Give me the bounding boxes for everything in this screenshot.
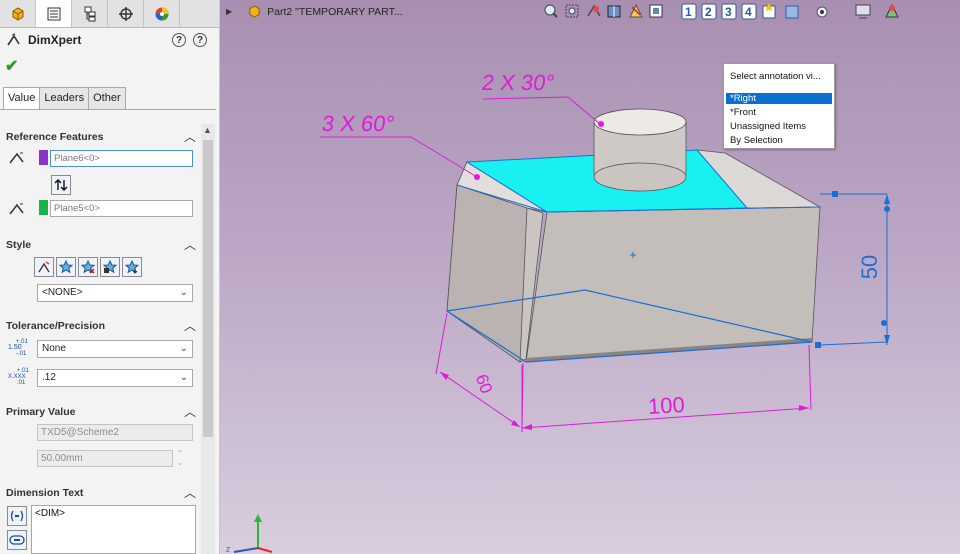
detailed-preview-button[interactable]: ? bbox=[172, 33, 186, 47]
chamfer-leader-1[interactable] bbox=[482, 96, 604, 127]
style-select-value: <NONE> bbox=[42, 287, 83, 298]
scrollbar-thumb[interactable] bbox=[203, 140, 213, 437]
value-spinner: ⌃ ⌄ bbox=[177, 449, 184, 467]
collapse-style-chevron-icon[interactable]: ︿ bbox=[184, 236, 196, 253]
scroll-up-arrow-icon[interactable]: ▲ bbox=[203, 125, 212, 135]
tab-other[interactable]: Other bbox=[88, 87, 126, 109]
property-manager-panel: DimXpert ? ? ✔ Value Leaders Other ▲ Ref… bbox=[0, 0, 220, 554]
inspection-dimension-button[interactable] bbox=[7, 530, 27, 550]
model-graphics: Z bbox=[226, 96, 890, 554]
primary-value-field: 50.00mm bbox=[37, 450, 173, 467]
right-face[interactable] bbox=[525, 206, 821, 363]
precision-value: .12 bbox=[42, 372, 56, 383]
ok-checkmark-button[interactable]: ✔ bbox=[5, 56, 18, 76]
collapse-tolerance-chevron-icon[interactable]: ︿ bbox=[184, 317, 196, 334]
precision-select[interactable]: .12 ⌄ bbox=[37, 369, 193, 387]
configuration-manager-tab[interactable] bbox=[72, 0, 108, 27]
chamfer-annotation-3x60[interactable]: 3 X 60° bbox=[320, 111, 396, 137]
dropdown-header[interactable]: Select annotation vi... bbox=[730, 71, 821, 82]
dropdown-item-unassigned[interactable]: Unassigned Items bbox=[730, 121, 806, 132]
cylinder-boss-hole bbox=[593, 162, 687, 192]
tab-leaders[interactable]: Leaders bbox=[39, 87, 90, 109]
tolerance-type-select[interactable]: None ⌄ bbox=[37, 340, 193, 358]
tolerance-type-icon: +.01 1.50 -.01 bbox=[8, 339, 28, 357]
parentheses-icon bbox=[10, 510, 24, 522]
appearance-icon bbox=[155, 7, 168, 20]
manager-tabs bbox=[0, 0, 219, 28]
prec-icon-minus: .01 bbox=[17, 380, 26, 386]
property-subtabs: Value Leaders Other bbox=[3, 87, 126, 110]
chamfer-annotation-2x30[interactable]: 2 X 30° bbox=[480, 70, 556, 96]
reference-color-swatch-1 bbox=[39, 150, 48, 165]
delete-style-button[interactable] bbox=[78, 257, 98, 277]
length-dimension-value[interactable]: 100 bbox=[647, 392, 685, 420]
chevron-down-icon: ⌄ bbox=[179, 343, 188, 354]
left-face[interactable] bbox=[446, 184, 528, 363]
dropdown-item-right[interactable]: *Right bbox=[726, 93, 832, 104]
style-select[interactable]: <NONE> ⌄ bbox=[37, 284, 193, 302]
reference-feature-icon bbox=[9, 152, 24, 164]
star-save-icon bbox=[103, 260, 117, 274]
chevron-down-icon: ⌄ bbox=[179, 287, 188, 298]
style-apply-icon bbox=[38, 261, 50, 273]
primary-value-name-field: TXD5@Scheme2 bbox=[37, 424, 193, 441]
star-delete-icon bbox=[81, 260, 95, 274]
crosshair-icon bbox=[118, 6, 133, 21]
display-manager-tab[interactable] bbox=[144, 0, 180, 27]
help-button[interactable]: ? bbox=[193, 33, 207, 47]
reference-feature-icon-2 bbox=[9, 203, 24, 215]
swap-arrows-icon bbox=[54, 179, 68, 191]
svg-text:Z: Z bbox=[226, 547, 231, 554]
annotation-view-dropdown[interactable]: Select annotation vi... *Right *Front Un… bbox=[723, 63, 835, 149]
reference-features-heading: Reference Features bbox=[6, 131, 104, 143]
coordinate-triad: Z bbox=[226, 514, 273, 554]
tol-icon-minus: -.01 bbox=[16, 351, 27, 357]
subtab-divider bbox=[0, 109, 216, 110]
graphics-viewport[interactable]: ▶ Part2 "TEMPORARY PART... 1 2 3 4 Z 2 X… bbox=[220, 0, 960, 554]
property-manager-tab[interactable] bbox=[36, 0, 72, 27]
dropdown-item-by-selection[interactable]: By Selection bbox=[730, 135, 783, 146]
configuration-icon bbox=[84, 6, 95, 21]
part-icon bbox=[12, 6, 23, 21]
collapse-primary-chevron-icon[interactable]: ︿ bbox=[184, 403, 196, 420]
star-load-icon bbox=[125, 260, 139, 274]
add-style-button[interactable] bbox=[56, 257, 76, 277]
height-dimension-value[interactable]: 50 bbox=[857, 255, 883, 279]
dimension-text-heading: Dimension Text bbox=[6, 487, 84, 499]
star-add-icon bbox=[59, 260, 73, 274]
dimxpert-manager-tab[interactable] bbox=[108, 0, 144, 27]
chevron-down-icon: ⌄ bbox=[179, 372, 188, 383]
tab-value[interactable]: Value bbox=[3, 87, 41, 110]
dropdown-item-front[interactable]: *Front bbox=[730, 107, 756, 118]
reference-color-swatch-2 bbox=[39, 200, 48, 215]
swap-references-button[interactable] bbox=[51, 175, 71, 195]
inspection-icon bbox=[9, 535, 25, 545]
cylinder-boss-top[interactable] bbox=[593, 108, 687, 136]
chamfer-leader-2[interactable] bbox=[320, 136, 480, 180]
primary-value-heading: Primary Value bbox=[6, 406, 76, 418]
dimension-text-box[interactable]: <DIM> bbox=[31, 505, 196, 554]
property-list-icon bbox=[47, 7, 60, 20]
dimxpert-icon bbox=[7, 33, 20, 46]
reference-feature-field-1[interactable]: Plane6<0> bbox=[50, 150, 193, 167]
collapse-reference-chevron-icon[interactable]: ︿ bbox=[184, 128, 196, 145]
apply-default-style-button[interactable] bbox=[34, 257, 54, 277]
load-style-button[interactable] bbox=[122, 257, 142, 277]
collapse-dimtext-chevron-icon[interactable]: ︿ bbox=[184, 484, 196, 501]
style-heading: Style bbox=[6, 239, 32, 251]
panel-title-row: DimXpert bbox=[6, 33, 81, 47]
tolerance-type-value: None bbox=[42, 343, 66, 354]
precision-icon: +.01 X.XXX .01 bbox=[8, 368, 29, 386]
add-parentheses-button[interactable] bbox=[7, 506, 27, 526]
reference-feature-field-2[interactable]: Plane5<0> bbox=[50, 200, 193, 217]
tolerance-heading: Tolerance/Precision bbox=[6, 320, 106, 332]
save-style-button[interactable] bbox=[100, 257, 120, 277]
feature-manager-tab[interactable] bbox=[0, 0, 36, 27]
panel-title: DimXpert bbox=[28, 33, 82, 47]
